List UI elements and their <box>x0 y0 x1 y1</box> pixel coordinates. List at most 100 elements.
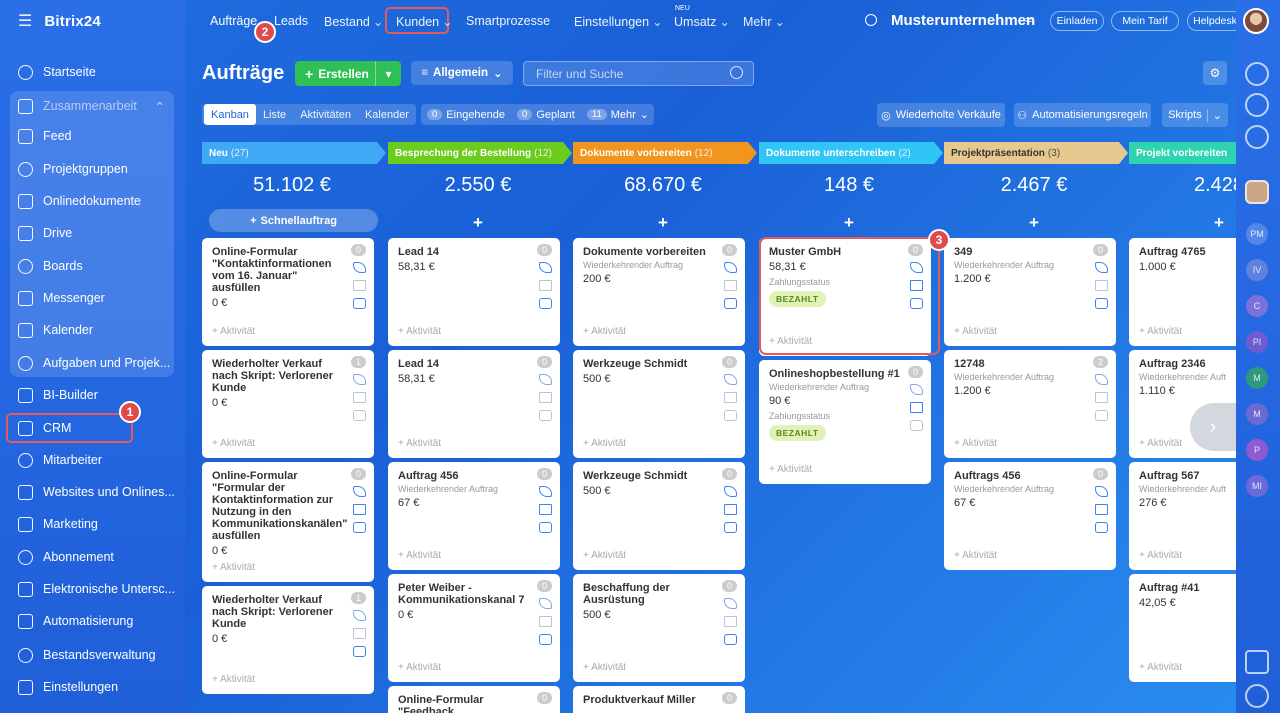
switch-icon[interactable]: ≈ <box>1025 13 1032 27</box>
view-tab[interactable]: Aktivitäten <box>293 104 358 125</box>
chevron-up-icon[interactable]: ⌃ <box>155 99 165 114</box>
chat-avatar[interactable]: M <box>1246 367 1268 389</box>
create-dropdown-toggle[interactable]: ▾ <box>375 61 401 86</box>
card-title[interactable]: Werkzeuge Schmidt <box>583 358 718 370</box>
more-filter[interactable]: Mehr <box>611 109 636 121</box>
search-icon[interactable] <box>865 14 877 26</box>
chat-icon[interactable] <box>1095 298 1108 309</box>
card-title[interactable]: Auftrags 456 <box>954 470 1089 482</box>
card-title[interactable]: Lead 14 <box>398 246 533 258</box>
phone-icon[interactable] <box>1095 374 1108 385</box>
mail-icon[interactable] <box>353 504 366 515</box>
deal-card[interactable]: Werkzeuge Schmidt 500 € 0 + Aktivität <box>573 462 745 570</box>
sidebar-item[interactable]: Boards <box>0 251 185 281</box>
recurring-sales-button[interactable]: ◎ Wiederholte Verkäufe <box>877 103 1005 127</box>
card-title[interactable]: 349 <box>954 246 1089 258</box>
mail-icon[interactable] <box>539 504 552 515</box>
card-title[interactable]: Produktverkauf Miller <box>583 694 718 706</box>
chat-icon[interactable] <box>724 410 737 421</box>
view-tab[interactable]: Liste <box>256 104 293 125</box>
chat-avatar[interactable]: PM <box>1246 223 1268 245</box>
sidebar-item[interactable]: Startseite <box>0 57 185 87</box>
column-header[interactable]: Besprechung der Bestellung (12) <box>388 142 572 164</box>
sidebar-item[interactable]: Bestandsverwaltung <box>0 640 185 670</box>
topbar-button[interactable]: Helpdesk <box>1187 11 1243 31</box>
chat-icon[interactable] <box>539 522 552 533</box>
deal-card[interactable]: Dokumente vorbereiten Wiederkehrender Auf… <box>573 238 745 346</box>
add-activity-link[interactable]: + Aktivität <box>583 326 626 337</box>
mail-icon[interactable] <box>353 392 366 403</box>
card-title[interactable]: Onlineshopbestellung #1 <box>769 368 904 380</box>
deal-card[interactable]: Lead 14 58,31 € 0 + Aktivität <box>388 350 560 458</box>
add-activity-link[interactable]: + Aktivität <box>1139 438 1182 449</box>
topbar-button[interactable]: Mein Tarif <box>1111 11 1179 31</box>
user-photo[interactable] <box>1245 180 1269 204</box>
chat-avatar[interactable]: P <box>1246 439 1268 461</box>
mail-icon[interactable] <box>353 280 366 291</box>
automation-rules-button[interactable]: ⚇ Automatisierungsregeln <box>1014 103 1151 127</box>
chat-icon[interactable] <box>1095 522 1108 533</box>
chat-icon[interactable] <box>539 410 552 421</box>
sidebar-item[interactable]: Elektronische Untersc... <box>0 574 185 604</box>
menu-icon[interactable]: ☰ <box>18 11 32 31</box>
add-activity-link[interactable]: + Aktivität <box>398 438 441 449</box>
sidebar-item[interactable]: Feed <box>0 121 185 151</box>
sidebar-item[interactable]: Projektgruppen <box>0 154 185 184</box>
deal-card[interactable]: 12748 Wiederkehrender Auftrag 1.200 € 2 + Ak… <box>944 350 1116 458</box>
topnav-item[interactable]: Umsatz ⌄ <box>674 14 730 29</box>
add-activity-link[interactable]: + Aktivität <box>583 438 626 449</box>
card-title[interactable]: Peter Weiber - Kommunikationskanal 7 <box>398 582 533 606</box>
phone-icon[interactable] <box>1095 262 1108 273</box>
sidebar-item[interactable]: Abonnement <box>0 542 185 572</box>
add-activity-link[interactable]: + Aktivität <box>398 326 441 337</box>
mail-icon[interactable] <box>1095 392 1108 403</box>
topnav-item[interactable]: Aufträge <box>210 14 257 28</box>
chat-avatar[interactable]: MI <box>1246 475 1268 497</box>
sidebar-item[interactable]: Drive <box>0 218 185 248</box>
calendar-check-icon[interactable] <box>1245 650 1269 674</box>
add-activity-link[interactable]: + Aktivität <box>212 562 255 573</box>
chat-icon[interactable] <box>539 634 552 645</box>
filter-preset-button[interactable]: ≡ Allgemein ⌄ <box>411 61 513 85</box>
mail-icon[interactable] <box>724 504 737 515</box>
mail-icon[interactable] <box>1095 280 1108 291</box>
app-logo[interactable]: Bitrix24 <box>44 13 101 30</box>
add-activity-link[interactable]: + Aktivität <box>1139 550 1182 561</box>
card-title[interactable]: Wiederholter Verkauf nach Skript: Verlor… <box>212 358 347 394</box>
sidebar-item[interactable]: Websites und Onlines... <box>0 477 185 507</box>
phone-icon[interactable] <box>353 374 366 385</box>
topnav-item[interactable]: Smartprozesse <box>466 14 550 28</box>
deal-card[interactable]: Lead 14 58,31 € 0 + Aktivität <box>388 238 560 346</box>
add-activity-link[interactable]: + Aktivität <box>398 662 441 673</box>
mail-icon[interactable] <box>539 616 552 627</box>
create-button[interactable]: + Erstellen ▾ <box>295 61 401 86</box>
deal-card[interactable]: Peter Weiber - Kommunikationskanal 7 0 € 0… <box>388 574 560 682</box>
incoming-filter[interactable]: Eingehende <box>446 109 505 121</box>
chat-avatar[interactable]: IV <box>1246 259 1268 281</box>
card-title[interactable]: Dokumente vorbereiten <box>583 246 718 258</box>
phone-icon[interactable] <box>1095 486 1108 497</box>
bell-icon[interactable] <box>1245 62 1269 86</box>
chat-icon[interactable] <box>724 298 737 309</box>
phone-icon[interactable] <box>910 384 923 395</box>
card-title[interactable]: Online-Formular "Formular der Kontaktinf… <box>212 470 347 542</box>
mail-icon[interactable] <box>724 392 737 403</box>
topnav-item[interactable]: Mehr ⌄ <box>743 14 785 29</box>
deal-card[interactable]: Produktverkauf Miller 0 <box>573 686 745 713</box>
add-card-button[interactable]: + <box>573 213 753 233</box>
sidebar-item[interactable]: BI-Builder <box>0 380 185 410</box>
chat-icon[interactable] <box>1245 125 1269 149</box>
view-tab[interactable]: Kanban <box>204 104 256 125</box>
scroll-right-button[interactable]: › <box>1190 403 1236 451</box>
add-activity-link[interactable]: + Aktivität <box>583 550 626 561</box>
chat-icon[interactable] <box>724 634 737 645</box>
phone-icon[interactable] <box>724 262 737 273</box>
chat-icon[interactable] <box>910 420 923 431</box>
card-title[interactable]: Werkzeuge Schmidt <box>583 470 718 482</box>
scripts-button[interactable]: Skripts ⌄ <box>1162 103 1228 127</box>
board-settings-button[interactable]: ⚙ <box>1203 61 1227 85</box>
add-activity-link[interactable]: + Aktivität <box>398 550 441 561</box>
card-title[interactable]: Online-Formular "Kontaktinformationen vo… <box>212 246 347 294</box>
sidebar-item[interactable]: Onlinedokumente <box>0 186 185 216</box>
deal-card[interactable]: Online-Formular "Feedback 0 <box>388 686 560 713</box>
